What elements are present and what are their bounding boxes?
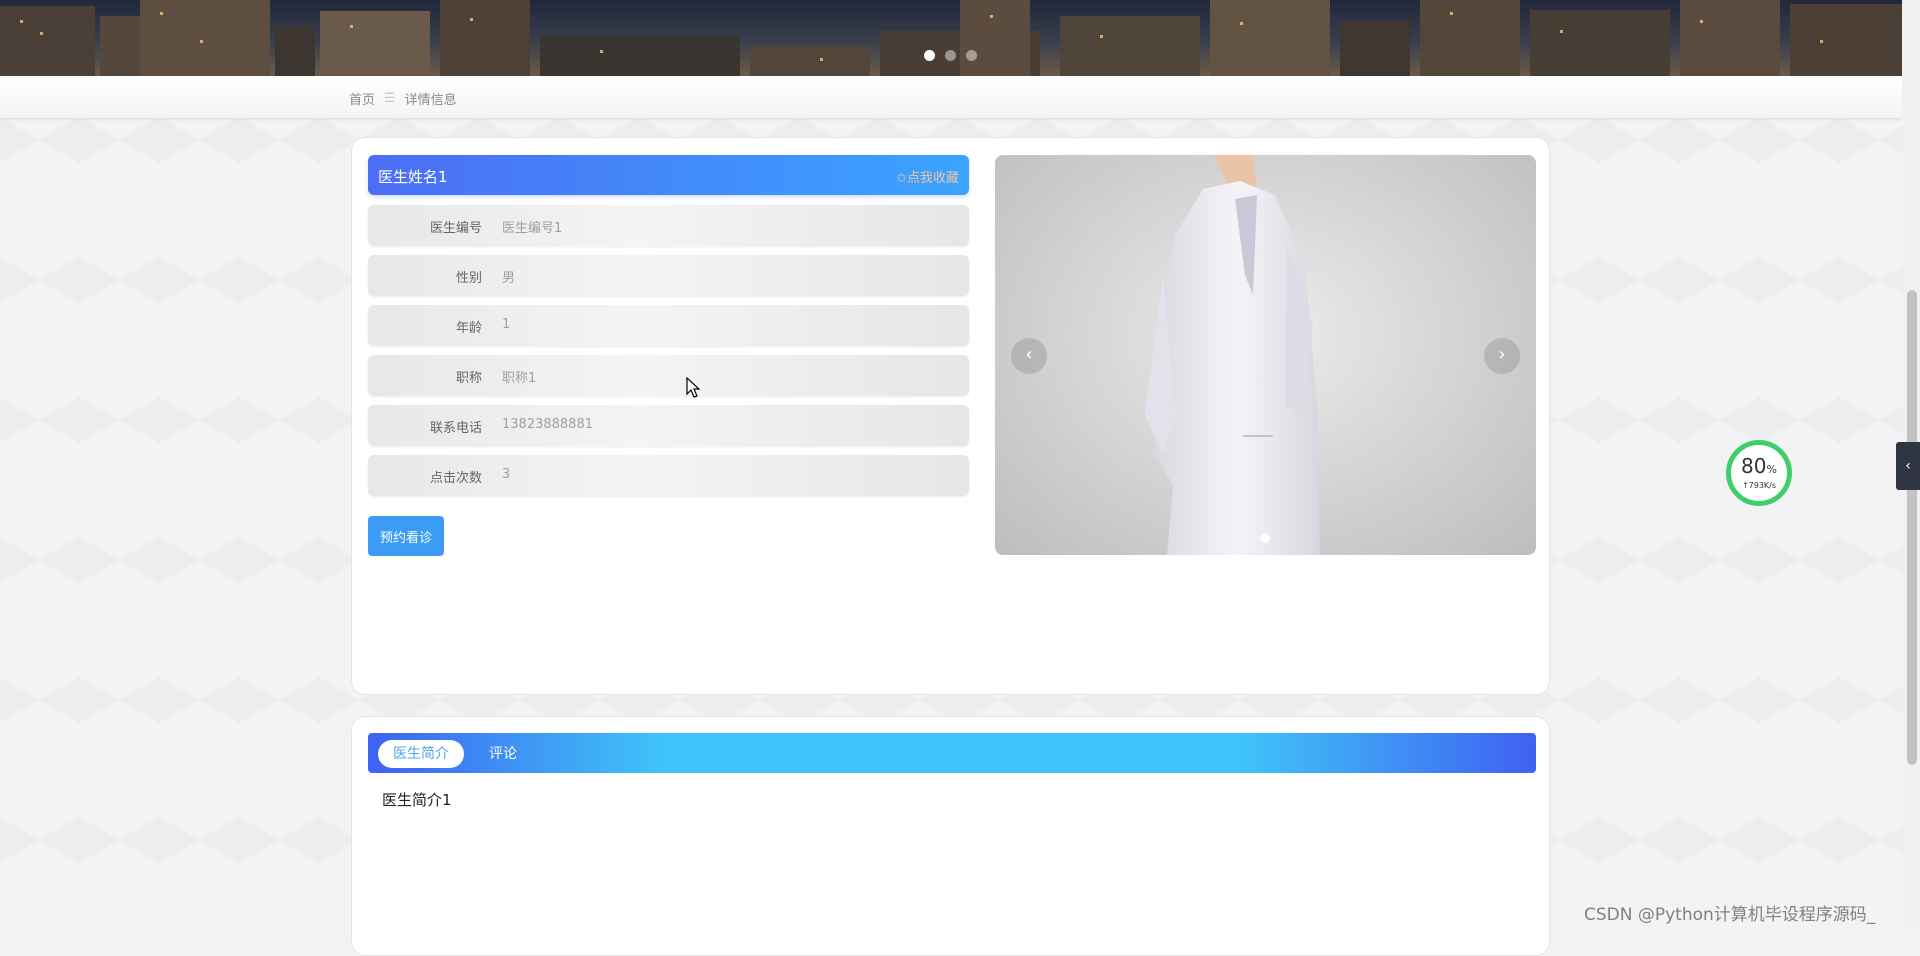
banner-building	[960, 0, 1030, 76]
info-row-doctor-id: 医生编号 医生编号1	[368, 205, 969, 246]
banner-building	[1060, 16, 1200, 76]
banner-light	[20, 20, 23, 23]
info-label: 性别	[455, 271, 482, 286]
banner-light	[1700, 20, 1703, 23]
info-row-clicks: 点击次数 3	[368, 455, 969, 496]
banner-building	[1420, 0, 1520, 76]
banner-building	[540, 36, 740, 76]
breadcrumb: 首页 ☰ 详情信息	[349, 89, 457, 108]
doctor-photo	[1145, 155, 1320, 555]
banner-light	[200, 40, 203, 43]
doctor-name: 医生姓名1	[378, 168, 448, 186]
breadcrumb-bar: 首页 ☰ 详情信息	[0, 76, 1902, 119]
info-row-gender: 性别 男	[368, 255, 969, 296]
doctor-title-bar: 医生姓名1 ✩点我收藏	[368, 155, 969, 195]
banner-building	[750, 46, 870, 76]
speed-percent: 80%	[1741, 454, 1777, 478]
doctor-intro-text: 医生简介1	[382, 791, 452, 809]
info-row-phone: 联系电话 13823888881	[368, 405, 969, 446]
info-label: 点击次数	[429, 471, 482, 486]
info-label: 医生编号	[429, 221, 482, 236]
info-label: 职称	[455, 371, 482, 386]
book-appointment-button[interactable]: 预约看诊	[368, 516, 444, 556]
banner-light	[600, 50, 603, 53]
info-value: 男	[502, 271, 516, 286]
mouse-cursor-icon	[686, 377, 701, 398]
watermark-text: CSDN @Python计算机毕设程序源码_	[1584, 905, 1876, 925]
info-label: 年龄	[455, 321, 482, 336]
info-value: 1	[502, 317, 511, 332]
banner-building	[1210, 0, 1330, 76]
banner-indicator[interactable]	[924, 50, 935, 61]
scrollbar-thumb[interactable]	[1907, 290, 1917, 765]
banner-light	[470, 18, 473, 21]
info-row-title: 职称 职称1	[368, 355, 969, 396]
banner-building	[440, 0, 530, 76]
breadcrumb-home-link[interactable]: 首页	[349, 89, 375, 108]
banner-building	[1790, 4, 1902, 76]
side-panel-toggle-icon[interactable]: ‹	[1896, 442, 1920, 490]
tabs-bar: 医生简介 评论	[368, 733, 1536, 773]
carousel-next-icon[interactable]: ›	[1484, 338, 1520, 374]
upload-rate: ↑793K/s	[1741, 481, 1777, 490]
info-value: 13823888881	[502, 417, 593, 432]
banner-light	[1820, 40, 1823, 43]
banner-indicator[interactable]	[945, 50, 956, 61]
banner-light	[990, 15, 993, 18]
info-value: 3	[502, 467, 511, 482]
banner-light	[160, 12, 163, 15]
breadcrumb-current: 详情信息	[404, 93, 457, 108]
banner-light	[820, 58, 823, 61]
banner-light	[350, 25, 353, 28]
banner-indicators	[924, 50, 977, 61]
banner-light	[1560, 30, 1563, 33]
tab-comments[interactable]: 评论	[489, 740, 517, 768]
doctor-intro-card: 医生简介 评论 医生简介1	[351, 716, 1550, 956]
banner-indicator[interactable]	[966, 50, 977, 61]
city-banner	[0, 0, 1902, 76]
carousel-indicator[interactable]	[1260, 533, 1270, 543]
banner-light	[1450, 12, 1453, 15]
doctor-detail-card: 医生姓名1 ✩点我收藏 医生编号 医生编号1 性别 男 年龄 1 职称 职称1 …	[351, 137, 1550, 695]
tab-doctor-intro[interactable]: 医生简介	[378, 740, 464, 768]
banner-light	[1100, 35, 1103, 38]
banner-building	[320, 11, 430, 76]
banner-light	[40, 32, 43, 35]
network-speed-widget[interactable]: 80% ↑793K/s	[1726, 440, 1792, 506]
carousel-prev-icon[interactable]: ‹	[1011, 338, 1047, 374]
info-value: 医生编号1	[502, 221, 563, 236]
info-label: 联系电话	[429, 421, 482, 436]
favorite-button[interactable]: ✩点我收藏	[896, 167, 959, 186]
banner-light	[1240, 22, 1243, 25]
banner-building	[0, 6, 95, 76]
banner-building	[275, 26, 315, 76]
banner-building	[1680, 0, 1780, 76]
banner-building	[1530, 10, 1670, 76]
info-row-age: 年龄 1	[368, 305, 969, 346]
breadcrumb-separator-icon: ☰	[384, 91, 396, 106]
banner-building	[1340, 21, 1410, 76]
doctor-photo-carousel: ‹ ›	[995, 155, 1536, 555]
info-value: 职称1	[502, 371, 537, 386]
